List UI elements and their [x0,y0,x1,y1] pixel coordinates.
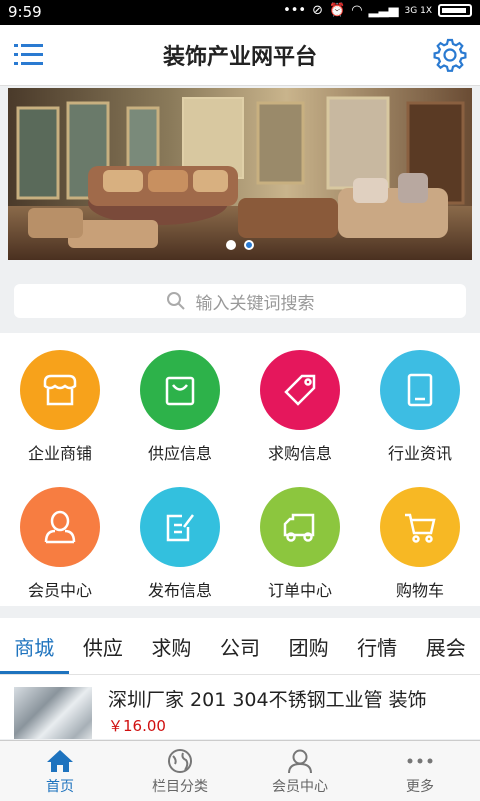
tab-mall[interactable]: 商城 [0,618,69,674]
grid-label: 会员中心 [27,581,92,600]
status-time: 9:59 [8,3,42,21]
nav-label: 首页 [46,779,74,795]
signal-icon: ▂▃▅ [368,3,399,18]
product-price: ￥16.00 [108,717,166,735]
user-icon [288,749,312,774]
tag-icon [260,350,340,430]
more-status-icon: ••• [283,3,307,18]
grid-item-publish[interactable]: 发布信息 [120,470,240,600]
search-icon [166,292,185,310]
carousel-indicator [8,240,472,250]
top-bar: 装饰产业网平台 [0,25,480,86]
grid-item-member[interactable]: 会员中心 [0,470,120,600]
search-input[interactable]: 输入关键词搜索 [14,284,466,318]
tab-company[interactable]: 公司 [206,618,275,674]
mute-icon: ⊘ [312,3,324,18]
category-tabs: 商城 供应 求购 公司 团购 行情 展会 [0,618,480,675]
nav-home[interactable]: 首页 [0,741,120,801]
user-icon [20,487,100,567]
shopping-bag-icon [140,350,220,430]
carousel-dot[interactable] [226,240,236,250]
home-icon [47,750,73,772]
status-bar: 9:59 ••• ⊘ ⏰ ◠ ▂▃▅ 3G 1X [0,0,480,25]
nav-label: 会员中心 [272,779,328,795]
grid-item-purchase[interactable]: 求购信息 [240,333,360,463]
grid-item-cart[interactable]: 购物车 [360,470,480,600]
wifi-icon: ◠ [351,3,363,18]
tab-purchase[interactable]: 求购 [137,618,206,674]
grid-label: 行业资讯 [387,444,452,463]
grid-label: 供应信息 [147,444,212,463]
product-thumbnail [14,687,92,739]
grid-item-supply[interactable]: 供应信息 [120,333,240,463]
grid-item-shop[interactable]: 企业商铺 [0,333,120,463]
gear-icon[interactable] [432,37,468,73]
globe-icon [168,749,192,773]
shop-icon [20,350,100,430]
more-icon [407,758,433,764]
page-title: 装饰产业网平台 [162,45,317,70]
banner-carousel[interactable] [8,88,472,260]
grid-label: 购物车 [395,581,444,600]
carousel-dot-active[interactable] [244,240,254,250]
grid-label: 订单中心 [267,581,332,600]
search-area: 输入关键词搜索 [0,270,480,332]
grid-label: 发布信息 [147,581,212,600]
product-item[interactable]: 深圳厂家 201 304不锈钢工业管 装饰 ￥16.00 [0,675,480,739]
bottom-nav: 首页 栏目分类 会员中心 更多 [0,740,480,801]
status-icons: ••• ⊘ ⏰ ◠ ▂▃▅ 3G 1X [283,3,472,18]
edit-icon [140,487,220,567]
banner-image [8,88,472,260]
tab-supply[interactable]: 供应 [69,618,138,674]
tab-exhibition[interactable]: 展会 [411,618,480,674]
truck-icon [260,487,340,567]
alarm-icon: ⏰ [329,3,346,18]
nav-label: 更多 [406,779,434,795]
category-grid: 企业商铺 供应信息 求购信息 行业资讯 会员中心 发布信息 订单中心 购物车 [0,333,480,606]
network-type: 3G 1X [404,5,432,16]
grid-item-orders[interactable]: 订单中心 [240,470,360,600]
nav-label: 栏目分类 [152,779,208,795]
nav-categories[interactable]: 栏目分类 [120,741,240,801]
grid-label: 求购信息 [267,444,332,463]
tab-market[interactable]: 行情 [343,618,412,674]
nav-more[interactable]: 更多 [360,741,480,801]
product-title: 深圳厂家 201 304不锈钢工业管 装饰 [108,689,427,711]
grid-item-news[interactable]: 行业资讯 [360,333,480,463]
battery-icon [438,4,472,17]
grid-label: 企业商铺 [27,444,92,463]
tab-group-buy[interactable]: 团购 [274,618,343,674]
search-placeholder: 输入关键词搜索 [195,293,315,314]
nav-member[interactable]: 会员中心 [240,741,360,801]
cart-icon [380,487,460,567]
tablet-icon [380,350,460,430]
